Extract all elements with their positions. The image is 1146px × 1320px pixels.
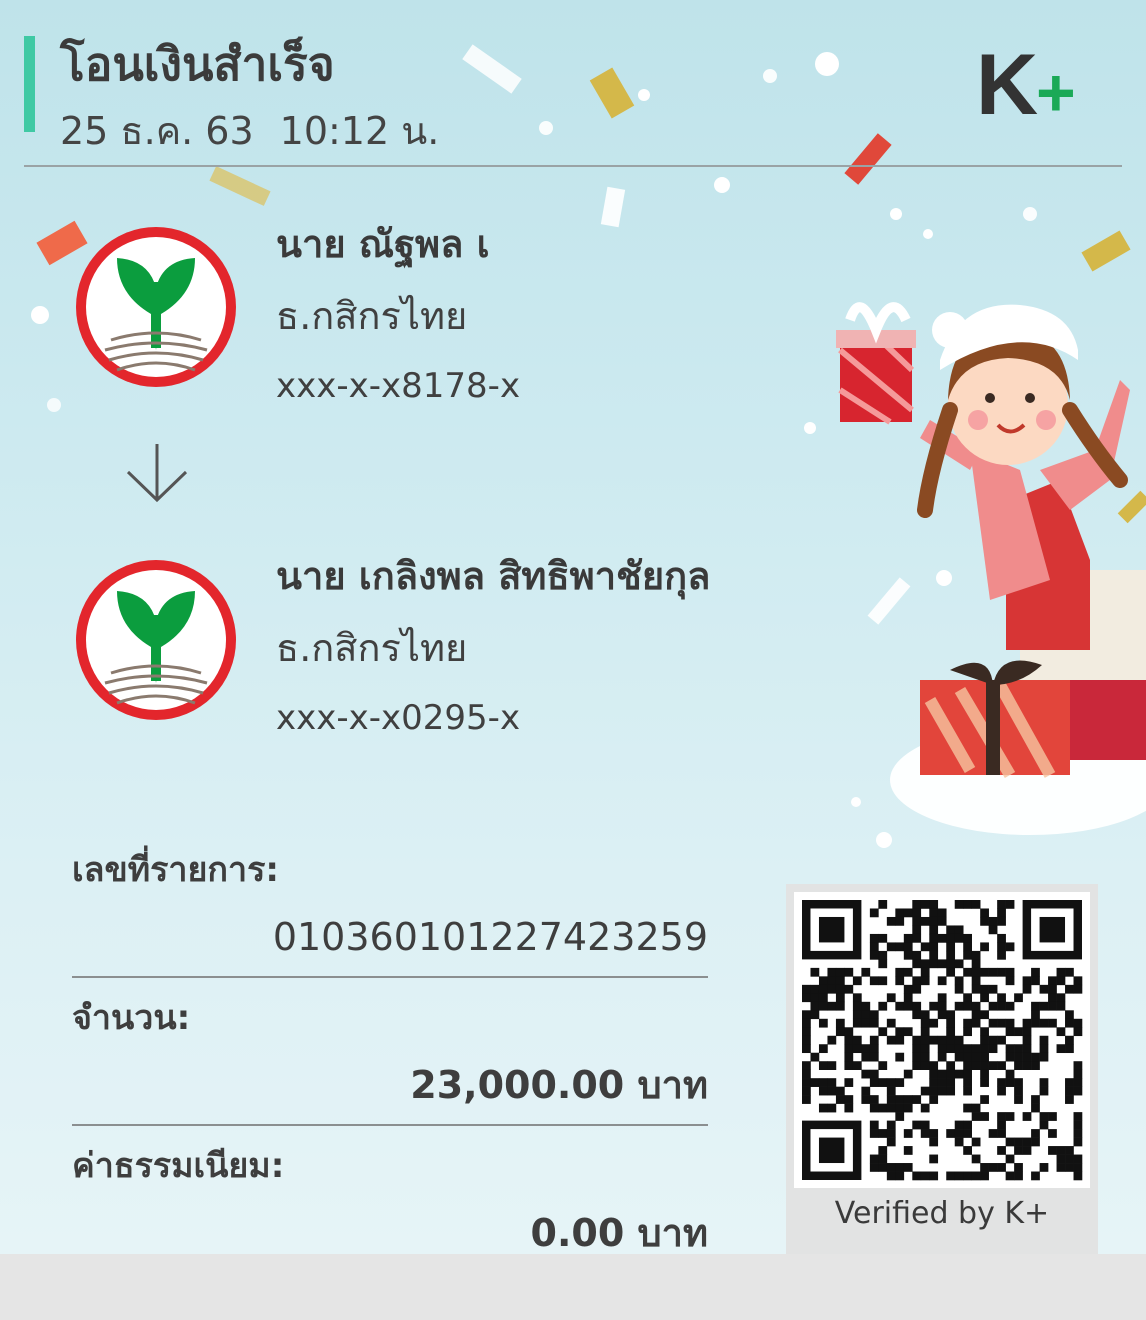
amount-value: 23,000.00 บาท bbox=[410, 1063, 708, 1107]
details-divider bbox=[72, 976, 708, 978]
sender-bank-logo bbox=[76, 227, 236, 387]
qr-code-image bbox=[802, 900, 1083, 1181]
receiver-info: นาย เกลิงพล สิทธิพาชัยกุล ธ.กสิกรไทย xxx… bbox=[276, 550, 710, 742]
transfer-slip: โอนเงินสำเร็จ 25 ธ.ค. 63 10:12 น. K + นาย… bbox=[0, 0, 1146, 1254]
fee-label: ค่าธรรมเนียม: bbox=[72, 1146, 285, 1186]
details-divider bbox=[72, 1124, 708, 1126]
qr-code bbox=[794, 892, 1090, 1188]
receiver-name: นาย เกลิงพล สิทธิพาชัยกุล bbox=[276, 554, 711, 598]
kplus-logo-letter: K bbox=[976, 44, 1038, 120]
receiver-bank: ธ.กสิกรไทย bbox=[276, 626, 468, 670]
holiday-illustration bbox=[836, 302, 1146, 835]
fee-value: 0.00 บาท bbox=[530, 1211, 709, 1254]
reference-value: 010360101227423259 bbox=[272, 915, 708, 959]
receiver-bank-logo bbox=[76, 560, 236, 720]
amount-label: จำนวน: bbox=[72, 998, 191, 1038]
transaction-datetime: 25 ธ.ค. 63 10:12 น. bbox=[60, 100, 439, 161]
sender-info: นาย ณัฐพล เ ธ.กสิกรไทย xxx-x-x8178-x bbox=[276, 218, 520, 410]
qr-caption: Verified by K+ bbox=[834, 1196, 1050, 1231]
transaction-details: เลขที่รายการ: 010360101227423259 จำนวน: … bbox=[72, 846, 708, 1254]
qr-verification-panel: Verified by K+ bbox=[786, 884, 1098, 1254]
arrow-down-icon bbox=[126, 444, 188, 503]
kplus-logo: K + bbox=[976, 44, 1076, 120]
header-accent-bar bbox=[24, 36, 35, 132]
bottom-area bbox=[0, 1254, 1146, 1320]
transaction-time: 10:12 น. bbox=[279, 109, 440, 153]
kplus-logo-plus: + bbox=[1036, 55, 1076, 120]
reference-label: เลขที่รายการ: bbox=[72, 850, 279, 890]
transaction-date: 25 ธ.ค. 63 bbox=[60, 109, 254, 153]
receiver-account: xxx-x-x0295-x bbox=[276, 698, 521, 738]
sender-account: xxx-x-x8178-x bbox=[276, 366, 521, 406]
header-divider bbox=[24, 165, 1122, 167]
sender-name: นาย ณัฐพล เ bbox=[276, 222, 490, 266]
page-title: โอนเงินสำเร็จ bbox=[60, 37, 335, 91]
sender-bank: ธ.กสิกรไทย bbox=[276, 294, 468, 338]
